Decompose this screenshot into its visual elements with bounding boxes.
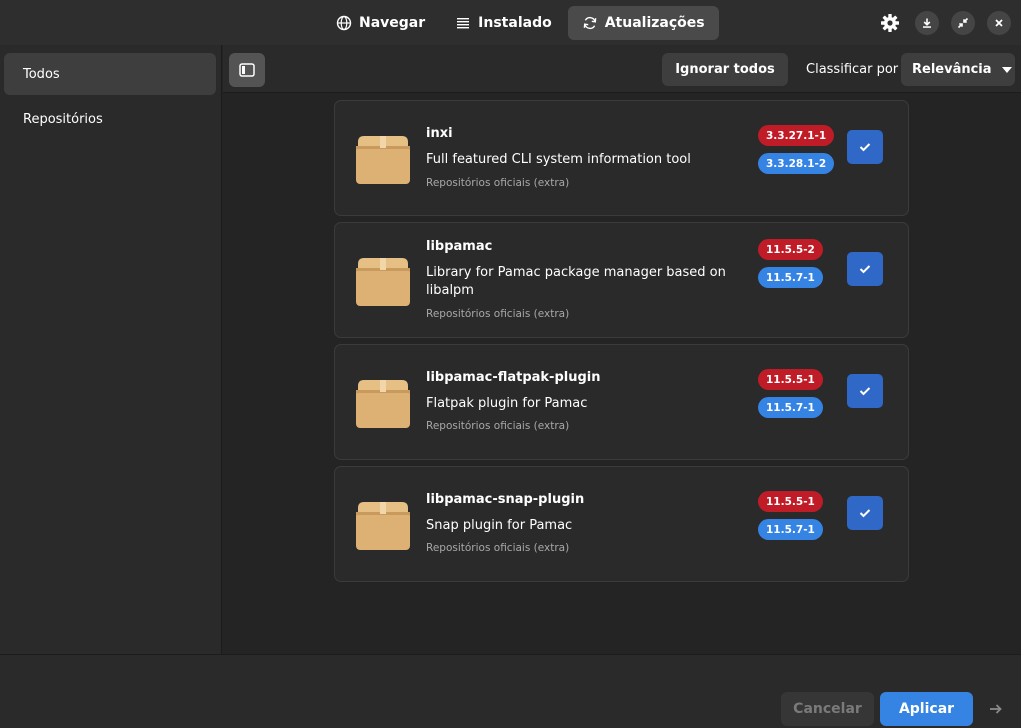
package-box-icon xyxy=(356,258,410,306)
tab-atualizacoes[interactable]: Atualizações xyxy=(567,6,719,40)
sidebar-item-label: Todos xyxy=(23,66,60,82)
package-repo: Repositórios oficiais (extra) xyxy=(426,177,570,189)
new-version-badge: 11.5.7-1 xyxy=(758,519,823,540)
new-version-badge: 11.5.7-1 xyxy=(758,397,823,418)
sort-dropdown[interactable]: Relevância xyxy=(901,53,1015,86)
close-icon xyxy=(995,19,1003,27)
package-name: inxi xyxy=(426,126,453,141)
sort-label: Classificar por xyxy=(806,62,899,77)
ignore-all-button[interactable]: Ignorar todos xyxy=(662,53,788,86)
close-button[interactable] xyxy=(987,11,1011,35)
tab-atualizacoes-label: Atualizações xyxy=(604,15,705,31)
package-card-libpamac-snap-plugin[interactable]: libpamac-snap-plugin Snap plugin for Pam… xyxy=(334,466,909,582)
package-description: Snap plugin for Pamac xyxy=(426,518,573,533)
select-checkbox[interactable] xyxy=(847,252,883,286)
package-name: libpamac-flatpak-plugin xyxy=(426,370,601,385)
tab-instalado-label: Instalado xyxy=(478,15,552,31)
action-bar: Cancelar Aplicar xyxy=(0,655,1021,728)
package-card-libpamac-flatpak-plugin[interactable]: libpamac-flatpak-plugin Flatpak plugin f… xyxy=(334,344,909,460)
sort-value: Relevância xyxy=(912,62,992,77)
package-description: Full featured CLI system information too… xyxy=(426,152,691,167)
checkmark-icon xyxy=(859,265,871,274)
updates-toolbar: Ignorar todos Classificar por Relevância xyxy=(223,45,1021,93)
window-controls xyxy=(877,10,1011,36)
shrink-icon xyxy=(957,17,969,29)
package-card-libpamac[interactable]: libpamac Library for Pamac package manag… xyxy=(334,222,909,338)
sidebar-item-repositorios[interactable]: Repositórios xyxy=(4,98,216,140)
package-repo: Repositórios oficiais (extra) xyxy=(426,542,570,554)
select-checkbox[interactable] xyxy=(847,130,883,164)
checkmark-icon xyxy=(859,387,871,396)
view-switcher: Navegar Instalado Atualizações xyxy=(322,6,719,40)
package-box-icon xyxy=(356,502,410,550)
select-checkbox[interactable] xyxy=(847,496,883,530)
package-box-icon xyxy=(356,380,410,428)
checkmark-icon xyxy=(859,143,871,152)
old-version-badge: 11.5.5-1 xyxy=(758,369,823,390)
package-name: libpamac-snap-plugin xyxy=(426,492,585,507)
checkmark-icon xyxy=(859,509,871,518)
refresh-icon xyxy=(583,16,597,30)
package-card-inxi[interactable]: inxi Full featured CLI system informatio… xyxy=(334,100,909,216)
minimize-button[interactable] xyxy=(915,11,939,35)
arrow-right-icon[interactable] xyxy=(988,701,1004,717)
new-version-badge: 11.5.7-1 xyxy=(758,267,823,288)
package-repo: Repositórios oficiais (extra) xyxy=(426,308,570,320)
tab-instalado[interactable]: Instalado xyxy=(441,6,566,40)
select-checkbox[interactable] xyxy=(847,374,883,408)
old-version-badge: 11.5.5-2 xyxy=(758,239,823,260)
preferences-button[interactable] xyxy=(877,10,903,36)
sidebar: Todos Repositórios xyxy=(0,45,222,654)
package-box-icon xyxy=(356,136,410,184)
sidebar-icon xyxy=(239,63,255,77)
new-version-badge: 3.3.28.1-2 xyxy=(758,153,835,174)
old-version-badge: 3.3.27.1-1 xyxy=(758,125,835,146)
header-bar: Navegar Instalado Atualizações xyxy=(0,0,1021,45)
globe-icon xyxy=(336,15,352,31)
package-name: libpamac xyxy=(426,239,493,254)
list-icon xyxy=(457,18,470,29)
package-description: Flatpak plugin for Pamac xyxy=(426,396,588,411)
restore-button[interactable] xyxy=(951,11,975,35)
package-list: inxi Full featured CLI system informatio… xyxy=(223,94,1021,654)
package-description: Library for Pamac package manager based … xyxy=(426,265,726,298)
sidebar-item-todos[interactable]: Todos xyxy=(4,53,216,95)
download-icon xyxy=(923,18,931,28)
gear-icon xyxy=(881,14,899,32)
cancel-button[interactable]: Cancelar xyxy=(781,692,874,726)
dropdown-arrow-icon xyxy=(1001,66,1012,73)
tab-navegar[interactable]: Navegar xyxy=(322,6,439,40)
tab-navegar-label: Navegar xyxy=(359,15,426,31)
sidebar-toggle-button[interactable] xyxy=(229,53,265,87)
apply-button[interactable]: Aplicar xyxy=(880,692,973,726)
old-version-badge: 11.5.5-1 xyxy=(758,491,823,512)
package-repo: Repositórios oficiais (extra) xyxy=(426,420,570,432)
sidebar-item-label: Repositórios xyxy=(23,111,103,127)
